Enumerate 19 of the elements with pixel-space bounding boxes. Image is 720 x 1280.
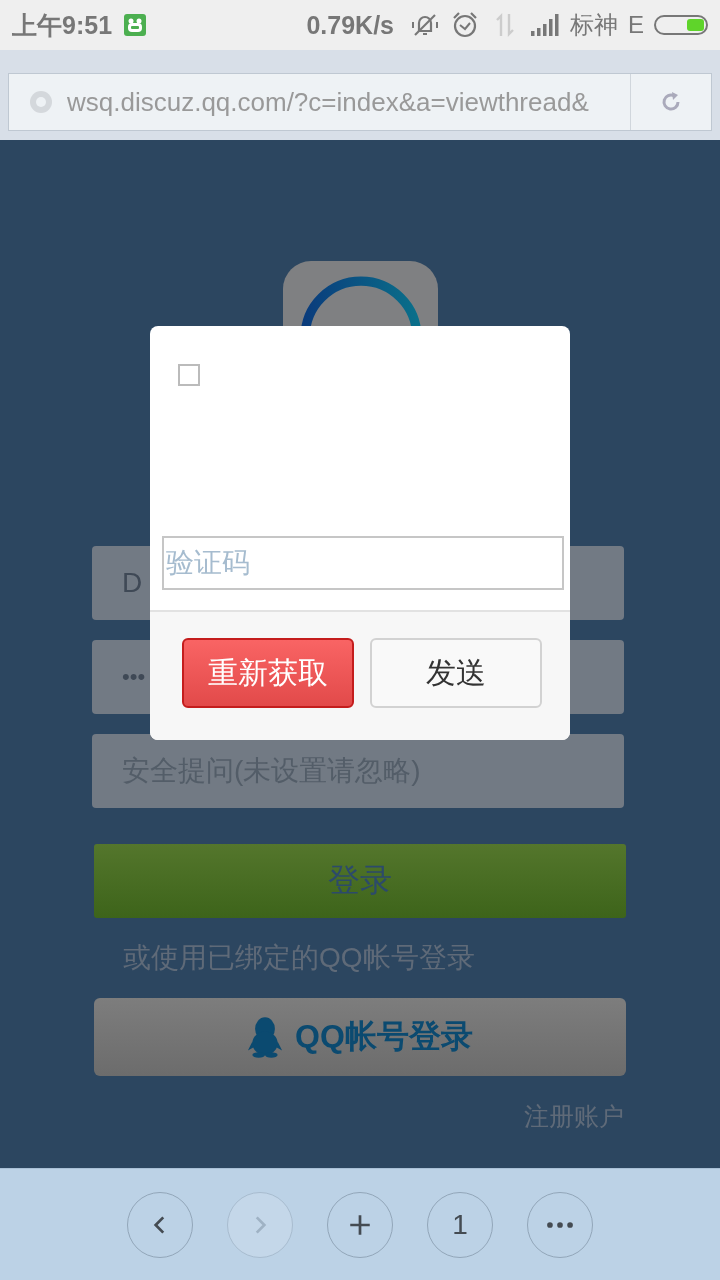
url-text: wsq.discuz.qq.com/?c=index&a=viewthread&: [67, 86, 590, 118]
address-field[interactable]: wsq.discuz.qq.com/?c=index&a=viewthread&: [8, 73, 712, 131]
carrier-name: 标神: [570, 10, 618, 40]
app-notification-icon: [124, 14, 147, 36]
network-speed: 0.79K/s: [306, 10, 394, 40]
send-button[interactable]: 发送: [370, 638, 542, 708]
checkbox[interactable]: [178, 364, 200, 386]
code-field[interactable]: 验证码: [162, 536, 564, 590]
site-icon: [29, 90, 53, 114]
more-icon: [547, 1221, 573, 1228]
login-button[interactable]: 登录: [94, 844, 626, 918]
password-dots: •••: [122, 664, 146, 690]
clock-time: 上午9:51: [12, 9, 113, 41]
qq-login-button[interactable]: QQ帐号登录: [94, 998, 626, 1076]
signal-icon: [530, 13, 560, 37]
refresh-button[interactable]: 重新获取: [182, 638, 354, 708]
network-type: E: [628, 11, 644, 39]
penguin-icon: [247, 1016, 284, 1058]
battery-icon: [654, 15, 708, 35]
